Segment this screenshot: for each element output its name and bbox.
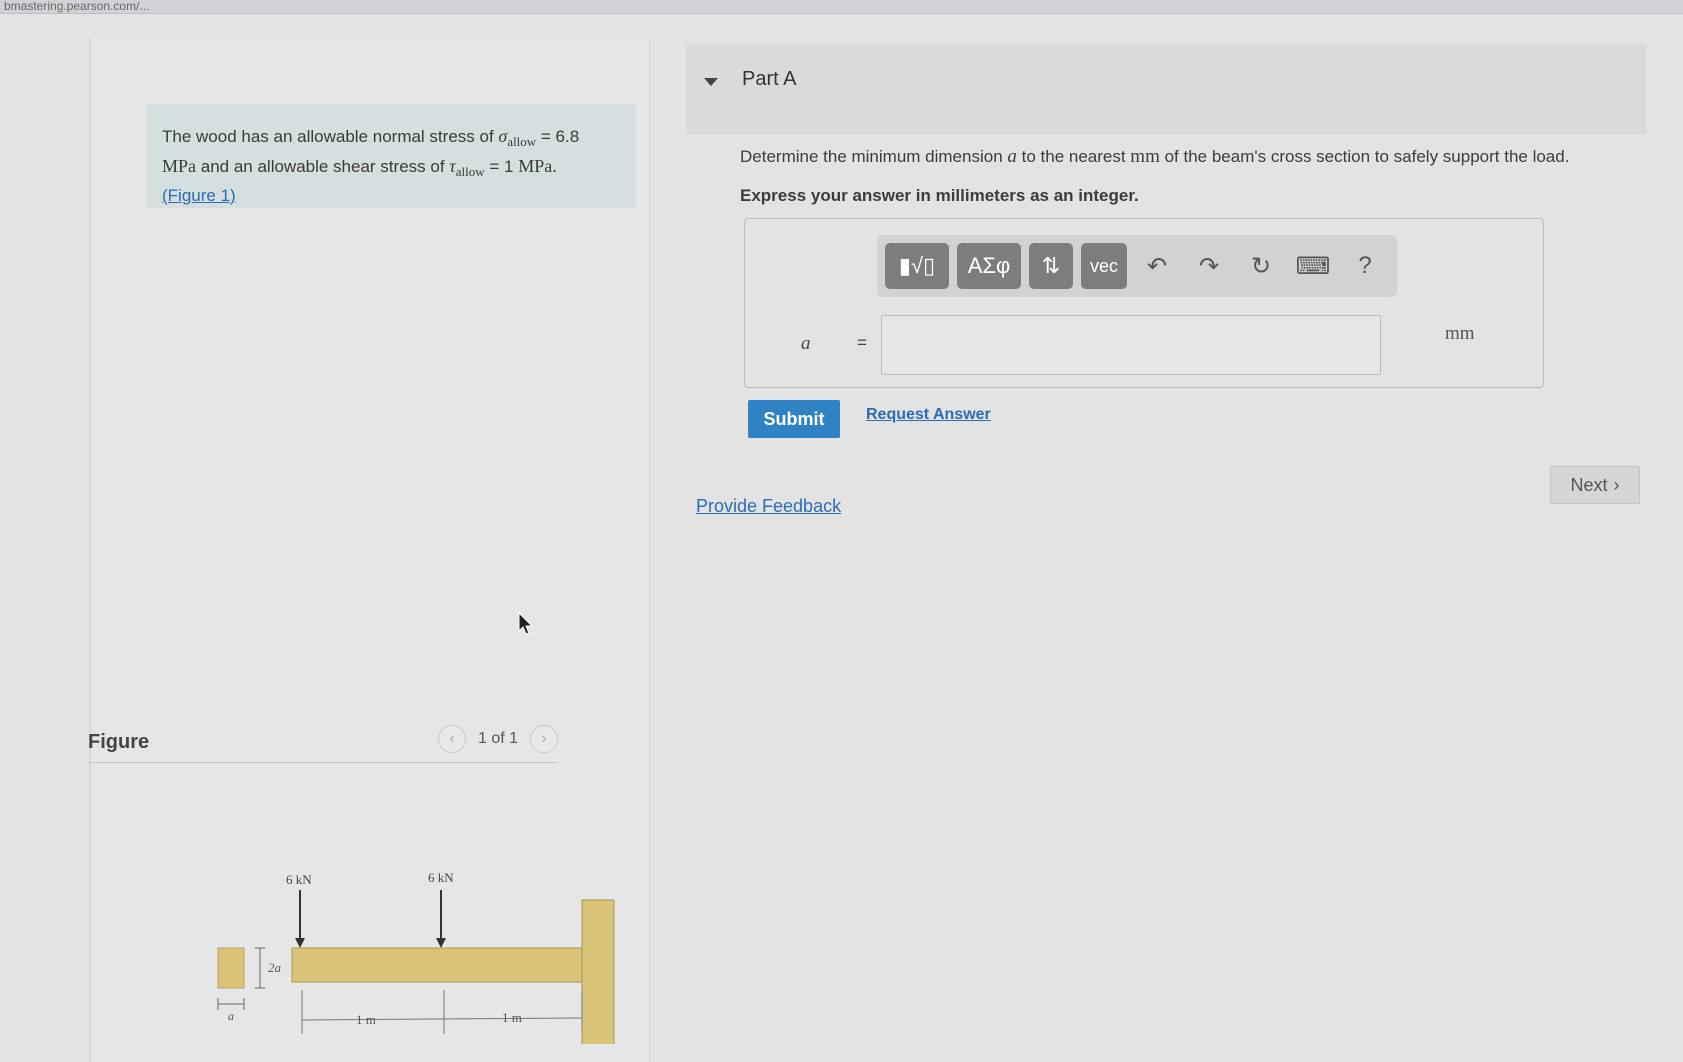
question-text: Determine the minimum dimension a to the…	[740, 146, 1569, 168]
answer-instructions: Express your answer in millimeters as an…	[740, 186, 1139, 205]
question-text-3: of the beam's cross section to safely su…	[1159, 147, 1570, 166]
figure-link[interactable]: (Figure 1)	[162, 186, 236, 205]
templates-button[interactable]: ▮√▯	[885, 243, 949, 289]
caret-down-icon[interactable]	[704, 78, 718, 86]
figure-title: Figure	[88, 731, 150, 753]
browser-url-bar[interactable]: bmastering.pearson.com/...	[0, 0, 1683, 14]
load-1-label: 6 kN	[286, 872, 312, 887]
part-title: Part A	[742, 68, 797, 90]
request-answer-link[interactable]: Request Answer	[866, 406, 991, 424]
answer-input[interactable]	[881, 315, 1381, 375]
span-1-label: 1 m	[356, 1012, 376, 1027]
beam-figure: 2a a 6 kN 6 kN 1 m 1 m	[217, 870, 615, 1044]
figure-header: Figure ‹ 1 of 1 ›	[88, 719, 558, 763]
vector-button[interactable]: vec	[1081, 243, 1127, 289]
help-button[interactable]: ?	[1343, 243, 1387, 289]
problem-statement: The wood has an allowable normal stress …	[146, 104, 636, 208]
wall-support	[581, 899, 615, 1044]
unit-mpa-end: MPa.	[518, 156, 557, 176]
beam	[291, 947, 583, 983]
greek-label: ΑΣφ	[967, 253, 1011, 278]
question-variable: a	[1007, 146, 1017, 167]
figure-nav: ‹ 1 of 1 ›	[437, 725, 558, 753]
url-text: bmastering.pearson.com/...	[4, 0, 150, 13]
answer-variable: a	[801, 333, 811, 354]
equals-sign: =	[857, 333, 867, 352]
keyboard-icon[interactable]: ⌨	[1291, 243, 1335, 289]
greek-symbols-button[interactable]: ΑΣφ	[957, 243, 1021, 289]
sigma-symbol: σ	[498, 126, 508, 146]
load-2-label: 6 kN	[428, 870, 454, 885]
vec-label: vec	[1089, 255, 1118, 276]
problem-text-1: The wood has an allowable normal stress …	[162, 127, 499, 146]
templates-label: ▮√▯	[898, 253, 936, 278]
span-2-label: 1 m	[502, 1010, 522, 1025]
math-toolbar: ▮√▯ ΑΣφ ⇅ vec ↶ ↷ ↻ ⌨ ?	[877, 235, 1397, 297]
chevron-right-icon: ›	[1613, 474, 1620, 495]
arrows-label: ⇅	[1041, 253, 1061, 278]
part-a-header[interactable]: Part A	[686, 44, 1646, 134]
arrows-button[interactable]: ⇅	[1029, 243, 1073, 289]
dim-height-label: 2a	[268, 960, 282, 975]
chevron-left-icon[interactable]: ‹	[437, 725, 466, 753]
dim-width-label: a	[228, 1009, 234, 1023]
tau-subscript: allow	[455, 164, 485, 179]
unit-mpa: MPa	[162, 156, 197, 176]
answer-box: ▮√▯ ΑΣφ ⇅ vec ↶ ↷ ↻ ⌨ ? a = mm	[744, 218, 1544, 388]
answer-panel: Part A Determine the minimum dimension a…	[650, 38, 1683, 1062]
cross-section	[217, 947, 245, 989]
undo-icon[interactable]: ↶	[1135, 243, 1179, 289]
next-label: Next	[1570, 474, 1608, 495]
tau-value: = 1	[484, 157, 519, 176]
chevron-right-icon[interactable]: ›	[530, 725, 558, 753]
next-button[interactable]: Next ›	[1550, 466, 1640, 504]
answer-unit: mm	[1445, 323, 1475, 344]
mouse-cursor-icon	[518, 612, 534, 635]
help-label: ?	[1358, 252, 1372, 279]
page: The wood has an allowable normal stress …	[0, 14, 1683, 1062]
question-text-2: to the nearest	[1016, 147, 1131, 166]
provide-feedback-link[interactable]: Provide Feedback	[696, 496, 841, 517]
redo-icon[interactable]: ↷	[1187, 243, 1231, 289]
figure-count: 1 of 1	[477, 730, 518, 747]
sigma-subscript: allow	[507, 134, 537, 149]
problem-text-2: and an allowable shear stress of	[196, 157, 450, 176]
reset-icon[interactable]: ↻	[1239, 243, 1283, 289]
sigma-value: = 6.8	[536, 127, 580, 146]
question-text-1: Determine the minimum dimension	[740, 147, 1008, 166]
question-unit: mm	[1130, 146, 1160, 167]
submit-button[interactable]: Submit	[748, 400, 840, 438]
